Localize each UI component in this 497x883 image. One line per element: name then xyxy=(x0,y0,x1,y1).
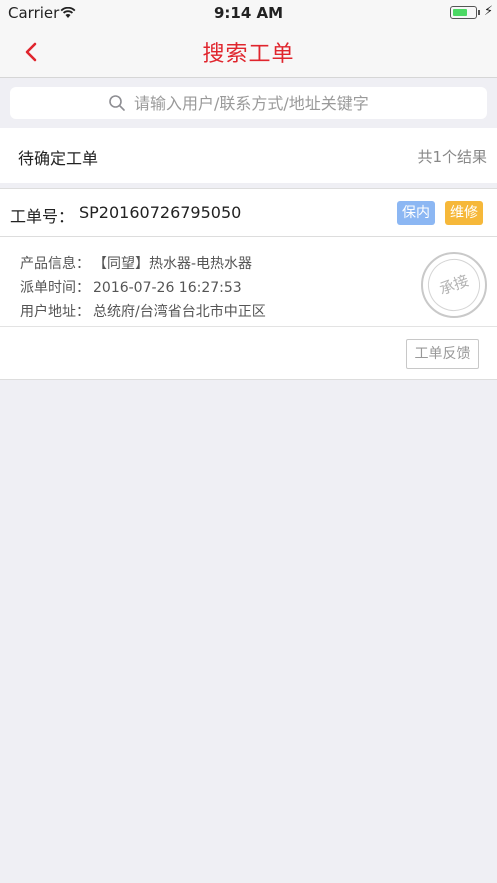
dispatch-time-row: 派单时间： 2016-07-26 16:27:53 xyxy=(20,277,242,297)
product-info-value: 【同望】热水器-电热水器 xyxy=(93,256,253,272)
user-address-row: 用户地址： 总统府/台湾省台北市中正区 xyxy=(20,301,266,321)
result-count: 共1个结果 xyxy=(417,148,487,166)
user-address-value: 总统府/台湾省台北市中正区 xyxy=(93,304,266,320)
status-bar: Carrier 9:14 AM ⚡ xyxy=(0,0,497,26)
product-info-row: 产品信息： 【同望】热水器-电热水器 xyxy=(20,253,252,273)
work-order-card[interactable]: 工单号： SP20160726795050 保内 维修 产品信息： 【同望】热水器… xyxy=(0,188,497,380)
page-title: 搜索工单 xyxy=(202,42,295,67)
feedback-button[interactable]: 工单反馈 xyxy=(406,339,479,369)
accept-stamp-button[interactable]: 承接 xyxy=(420,251,488,319)
warranty-tag: 保内 xyxy=(397,201,435,225)
divider xyxy=(0,326,497,327)
field-label: 产品信息： xyxy=(20,256,90,272)
charging-icon: ⚡ xyxy=(484,4,494,19)
order-number-label: 工单号： xyxy=(10,207,75,226)
order-number: SP20160726795050 xyxy=(79,203,242,222)
accept-stamp-label: 承接 xyxy=(420,251,488,319)
section-title: 待确定工单 xyxy=(18,149,99,168)
battery-icon xyxy=(450,6,477,19)
battery-tip xyxy=(478,10,480,15)
field-label: 派单时间： xyxy=(20,280,90,296)
field-label: 用户地址： xyxy=(20,304,90,320)
dispatch-time-value: 2016-07-26 16:27:53 xyxy=(93,280,242,296)
navigation-bar: 搜索工单 xyxy=(0,26,497,78)
repair-tag: 维修 xyxy=(445,201,483,225)
search-bar xyxy=(0,78,497,128)
order-number-row: 工单号： SP20160726795050 保内 维修 xyxy=(0,189,497,237)
clock: 9:14 AM xyxy=(213,4,284,22)
section-header: 待确定工单 共1个结果 xyxy=(0,128,497,183)
search-icon xyxy=(108,94,126,116)
search-input[interactable] xyxy=(134,90,454,116)
search-box[interactable] xyxy=(10,87,487,119)
